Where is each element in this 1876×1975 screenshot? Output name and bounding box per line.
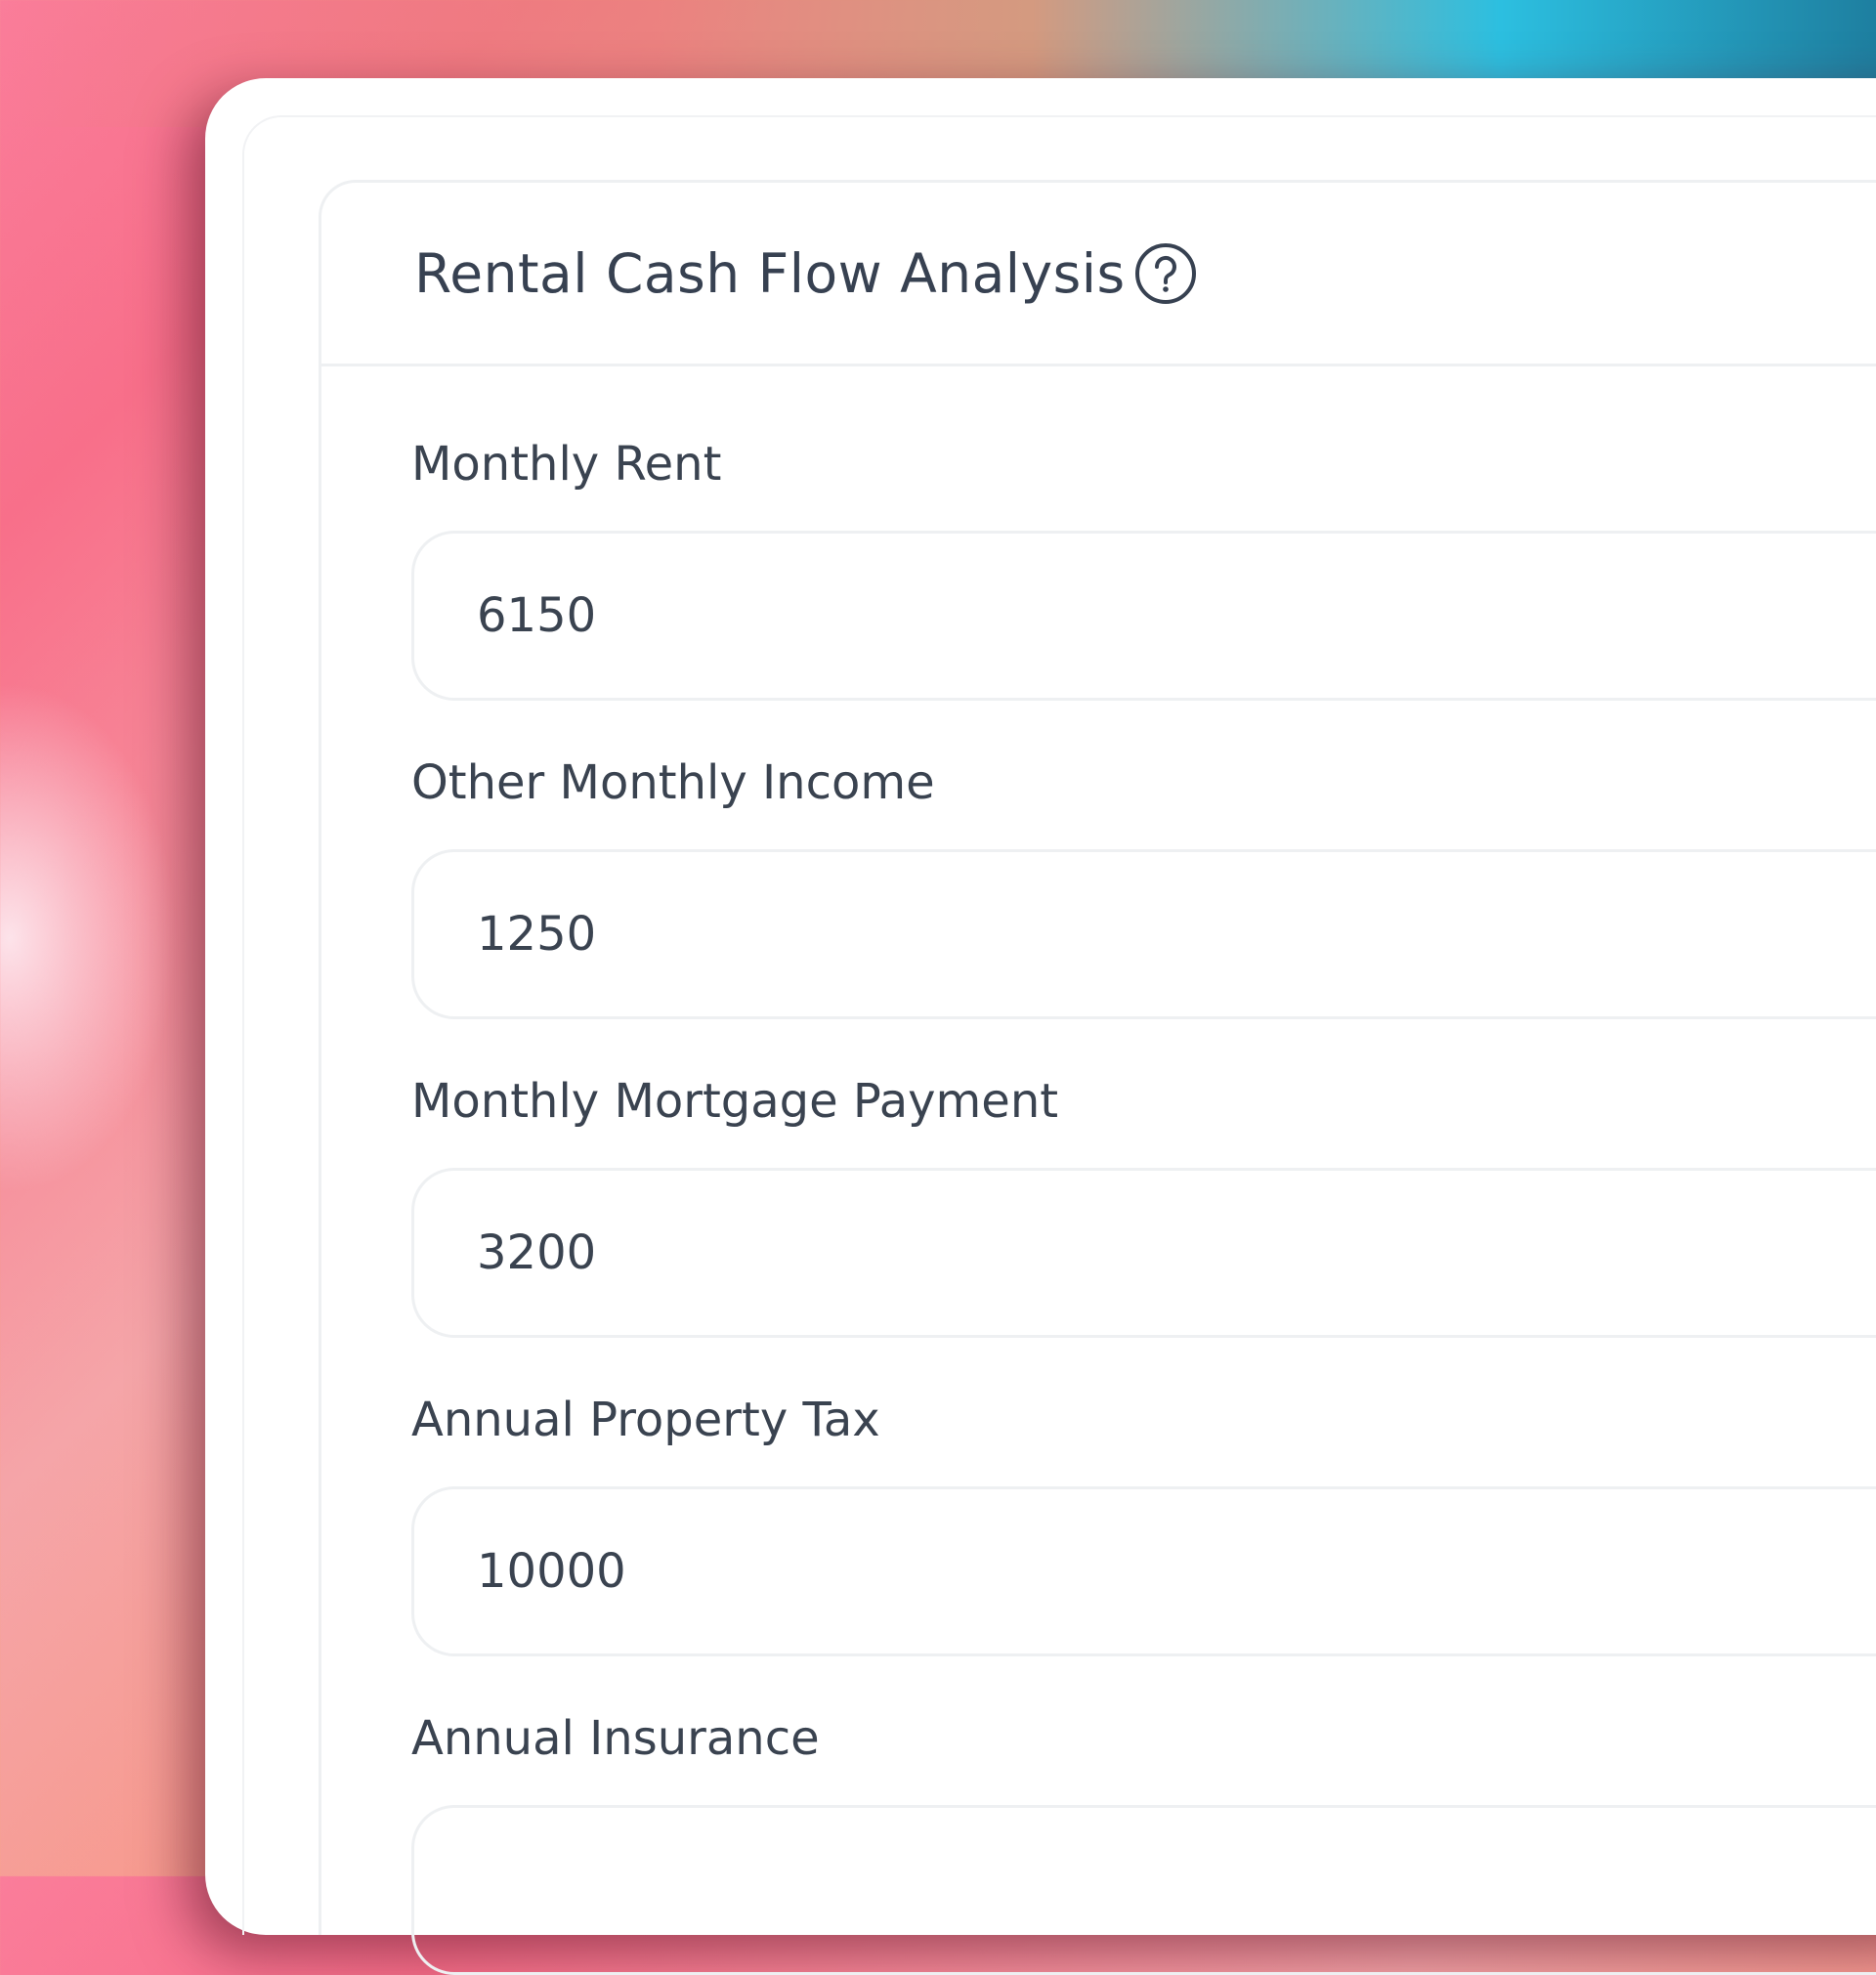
field-label: Monthly Mortgage Payment xyxy=(411,1074,1059,1129)
field-other-monthly-income: Other Monthly Income xyxy=(411,755,1876,1019)
annual-property-tax-input[interactable] xyxy=(475,1543,1651,1600)
monthly-rent-input[interactable] xyxy=(475,587,1651,644)
input-box[interactable] xyxy=(411,849,1876,1019)
input-box[interactable] xyxy=(411,1805,1876,1975)
card-title: Rental Cash Flow Analysis xyxy=(414,241,1126,305)
monthly-mortgage-payment-input[interactable] xyxy=(475,1224,1651,1281)
app-window: Rental Cash Flow Analysis Monthly Rent O… xyxy=(205,78,1876,1975)
input-box[interactable] xyxy=(411,1486,1876,1656)
calculator-card: Rental Cash Flow Analysis Monthly Rent O… xyxy=(319,180,1876,1975)
other-monthly-income-input[interactable] xyxy=(475,906,1651,963)
field-monthly-rent: Monthly Rent xyxy=(411,437,1876,701)
card-header: Rental Cash Flow Analysis xyxy=(321,183,1876,366)
field-monthly-mortgage-payment: Monthly Mortgage Payment xyxy=(411,1074,1876,1338)
field-label: Other Monthly Income xyxy=(411,755,935,810)
field-label: Annual Insurance xyxy=(411,1711,820,1766)
input-box[interactable] xyxy=(411,531,1876,701)
field-annual-property-tax: Annual Property Tax xyxy=(411,1393,1876,1656)
form-fields: Monthly Rent Other Monthly Income Monthl… xyxy=(321,437,1876,1975)
input-box[interactable] xyxy=(411,1168,1876,1338)
annual-insurance-input[interactable] xyxy=(475,1862,1651,1918)
field-label: Annual Property Tax xyxy=(411,1393,880,1447)
field-annual-insurance: Annual Insurance xyxy=(411,1711,1876,1975)
question-circle-icon[interactable] xyxy=(1133,241,1198,306)
field-label: Monthly Rent xyxy=(411,437,722,492)
